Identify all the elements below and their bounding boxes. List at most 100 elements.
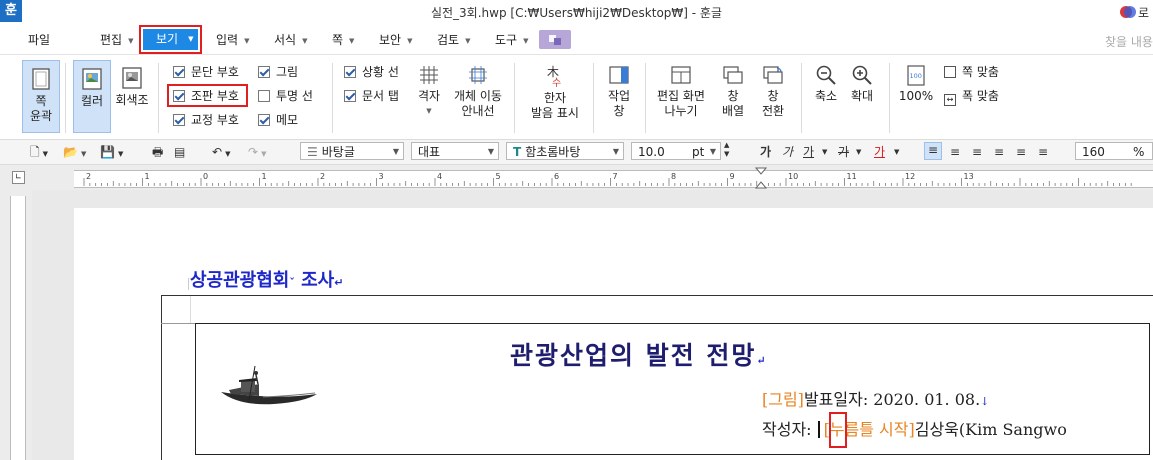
align-divide-icon[interactable]: ≡ — [1038, 143, 1048, 161]
align-right-icon[interactable]: ≡ — [994, 143, 1004, 161]
chevron-down-icon[interactable]: ▼ — [894, 143, 899, 161]
checkbox-paragraph-mark[interactable]: 문단 부호 — [173, 64, 239, 80]
chevron-down-icon: ▼ — [302, 36, 308, 45]
new-document-icon[interactable]: 🗋 ▼ — [30, 143, 48, 161]
divider — [889, 63, 890, 133]
redo-icon[interactable]: ↷ ▼ — [248, 143, 266, 161]
fit-width-button[interactable]: ↔ 폭 맞춤 — [944, 88, 999, 106]
italic-button[interactable]: 가 — [782, 143, 793, 161]
print-icon[interactable]: 🖶 — [152, 143, 163, 161]
divider — [65, 63, 66, 133]
zoom-in-button[interactable]: 확대 — [844, 64, 880, 104]
checkbox-box[interactable] — [173, 114, 185, 126]
hanja-pronunciation-button[interactable]: 木 수 한자 발음 표시 — [526, 64, 584, 121]
align-distribute-icon[interactable]: ≡ — [1016, 143, 1026, 161]
window-arrange-label-1: 창 — [727, 89, 739, 103]
page-outline-button[interactable]: 쪽 윤곽 — [22, 60, 60, 133]
search-input[interactable]: 찾을 내용 — [1105, 33, 1153, 50]
color-picture-icon — [82, 68, 102, 90]
checkbox-doc-tab[interactable]: 문서 탭 — [344, 88, 399, 104]
user-label[interactable]: 로 — [1138, 4, 1149, 21]
chevron-down-icon: ▼ — [349, 36, 355, 45]
align-justify-icon[interactable]: ≡ — [924, 142, 942, 160]
menu-format[interactable]: 서식 ▼ — [274, 30, 307, 50]
checkbox-status-line[interactable]: 상황 선 — [344, 64, 399, 80]
strikethrough-button[interactable]: 가 — [838, 143, 849, 161]
divider — [593, 63, 594, 133]
user-avatar-icon[interactable] — [1120, 5, 1136, 19]
preview-icon[interactable]: ▤ — [174, 143, 185, 161]
ruler-label: 2 — [86, 172, 92, 181]
chevron-down-icon[interactable]: ▼ — [856, 143, 861, 161]
fit-page-button[interactable]: 쪽 맞춤 — [944, 64, 999, 80]
extension-icon[interactable] — [539, 30, 571, 49]
divider — [514, 63, 515, 133]
highlight-box-view-menu — [139, 25, 202, 54]
checkbox-box[interactable] — [258, 114, 270, 126]
document-title[interactable]: 관광산업의 발전 전망↵ — [510, 336, 768, 372]
ruler-label: 13 — [963, 172, 974, 181]
ruler-label: 8 — [671, 172, 677, 181]
picture-field[interactable]: [그림] — [762, 390, 804, 409]
hanja-label-2: 발음 표시 — [531, 106, 579, 120]
align-left-icon[interactable]: ≡ — [950, 143, 960, 161]
work-window-button[interactable]: 작업 창 — [600, 64, 638, 119]
checkbox-transparent-line[interactable]: 투명 선 — [258, 88, 313, 104]
underline-button[interactable]: 가 — [803, 143, 814, 161]
menu-input[interactable]: 입력 ▼ — [216, 30, 249, 50]
svg-text:100: 100 — [910, 72, 922, 80]
checkbox-proof-mark[interactable]: 교정 부호 — [173, 112, 239, 128]
color-label: 컬러 — [80, 94, 104, 108]
menu-security[interactable]: 보안 ▼ — [379, 30, 412, 50]
font-select[interactable]: T 함초롬바탕 ▼ — [506, 142, 624, 160]
style-select[interactable]: ☰ 바탕글 ▼ — [300, 142, 404, 160]
menu-security-label: 보안 — [379, 33, 402, 47]
style-icon: ☰ — [307, 145, 318, 159]
chevron-down-icon[interactable]: ▼ — [822, 143, 827, 161]
color-button[interactable]: 컬러 — [73, 60, 111, 133]
menu-edit[interactable]: 편집 ▼ — [100, 30, 133, 50]
checkbox-box[interactable] — [258, 66, 270, 78]
split-screen-button[interactable]: 편집 화면 나누기 — [654, 64, 708, 119]
zoom-input[interactable]: 160% — [1075, 142, 1153, 160]
table-cell-border — [190, 296, 191, 323]
save-icon[interactable]: 💾 ▼ — [100, 143, 123, 161]
grayscale-button[interactable]: 회색조 — [113, 60, 151, 133]
checkbox-picture[interactable]: 그림 — [258, 64, 298, 80]
menu-page[interactable]: 쪽 ▼ — [332, 30, 354, 50]
document-heading[interactable]: 상공관광협회ˇ 조사↵ — [190, 266, 343, 292]
boat-picture[interactable] — [219, 366, 319, 410]
ruler-label: 11 — [846, 172, 857, 181]
divider — [332, 63, 333, 133]
checkbox-box[interactable] — [344, 66, 356, 78]
menu-file[interactable]: 파일 — [28, 30, 50, 50]
language-select[interactable]: 대표 ▼ — [411, 142, 499, 160]
undo-icon[interactable]: ↶ ▼ — [212, 143, 230, 161]
bold-button[interactable]: 가 — [760, 143, 771, 161]
zoom-out-button[interactable]: 축소 — [808, 64, 844, 104]
align-center-icon[interactable]: ≡ — [972, 143, 982, 161]
checkbox-box[interactable] — [173, 66, 185, 78]
language-value: 대표 — [418, 145, 441, 159]
window-arrange-button[interactable]: 창 배열 — [714, 64, 752, 119]
tab-stop-icon[interactable]: ∟ — [12, 171, 25, 184]
date-line[interactable]: [그림]발표일자: 2020. 01. 08.↓ — [762, 386, 989, 410]
checkbox-label: 그림 — [276, 65, 299, 79]
open-folder-icon[interactable]: 📂 ▼ — [63, 143, 86, 161]
font-color-button[interactable]: 가 — [874, 143, 885, 161]
menu-review[interactable]: 검토 ▼ — [437, 30, 470, 50]
checkbox-box[interactable] — [344, 90, 356, 102]
checkbox-box[interactable] — [258, 90, 270, 102]
checkbox-memo[interactable]: 메모 — [258, 112, 298, 128]
font-size-input[interactable]: 10.0 pt ▼ — [631, 142, 721, 160]
grid-button[interactable]: 격자 ▼ — [410, 64, 448, 119]
zoom-100-button[interactable]: 100 100% — [897, 64, 935, 104]
menu-tools[interactable]: 도구 ▼ — [495, 30, 528, 50]
fit-width-icon: ↔ — [944, 94, 956, 106]
zoom-unit: % — [1133, 145, 1145, 159]
author-line[interactable]: 작성자: [누름틀 시작]김상욱(Kim Sangwo — [762, 416, 1067, 440]
indent-marker-icon[interactable] — [755, 167, 767, 189]
window-switch-button[interactable]: 창 전환 — [754, 64, 792, 119]
font-size-stepper[interactable]: ▲ ▼ — [724, 141, 729, 159]
object-move-guide-button[interactable]: 개체 이동 안내선 — [450, 64, 506, 119]
